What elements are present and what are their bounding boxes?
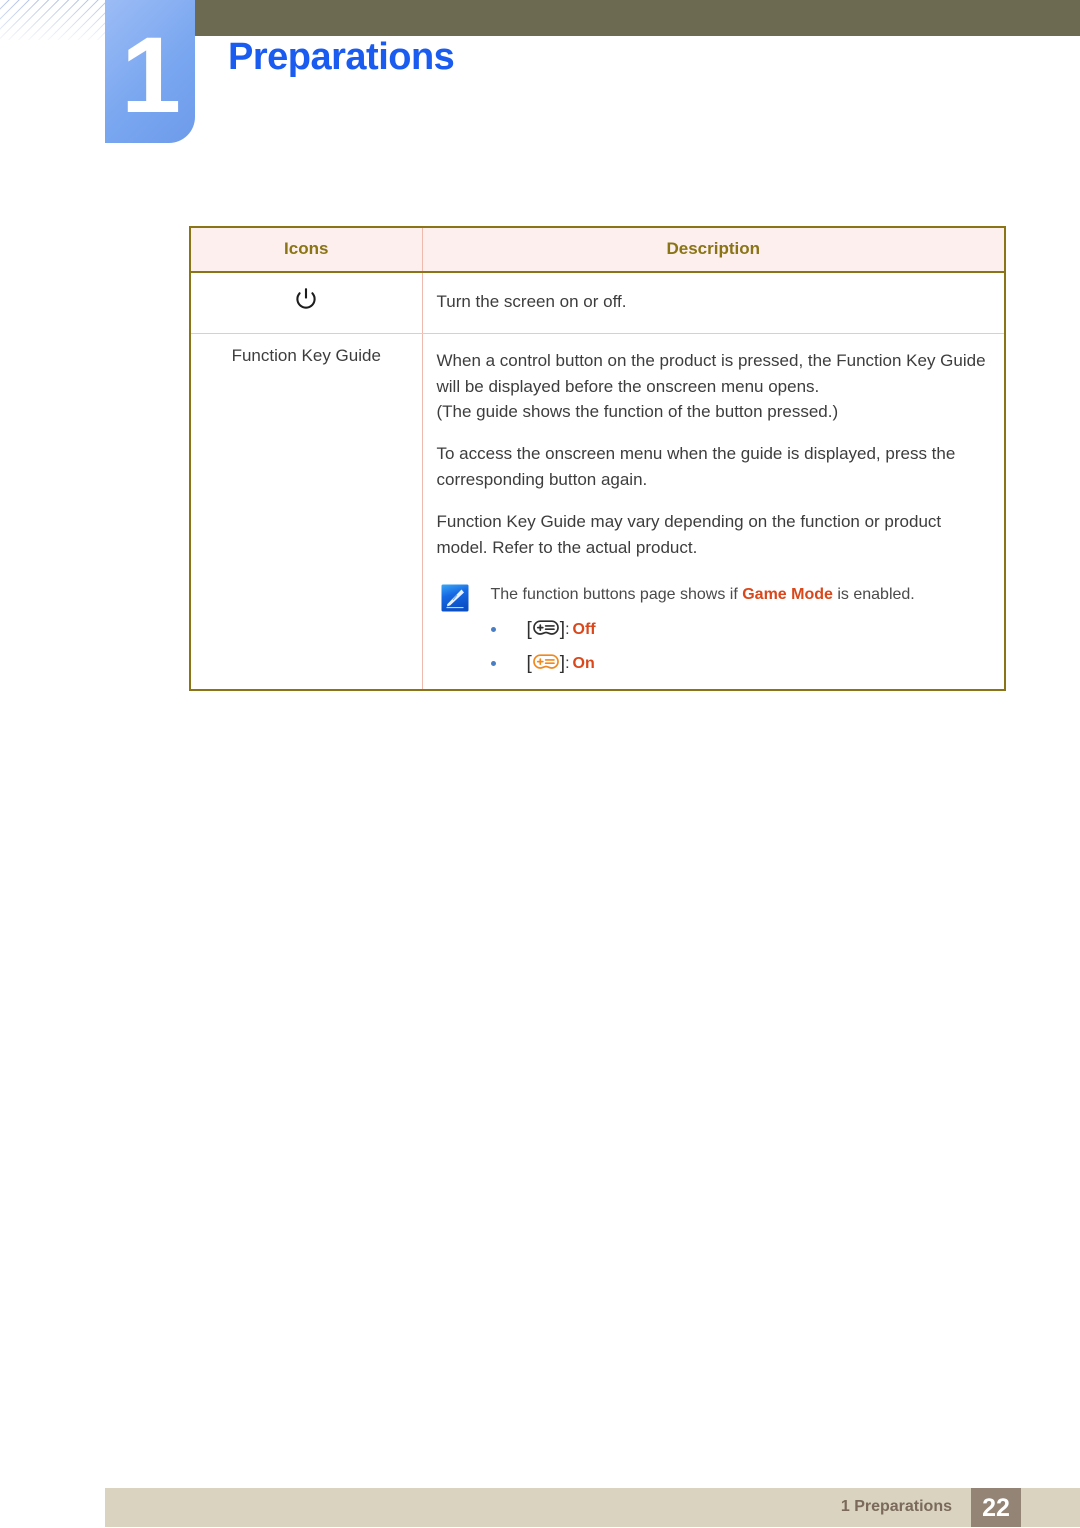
page-number-badge: 22	[971, 1488, 1021, 1527]
bullet-dot-icon	[490, 661, 496, 667]
description-cell-function-key-guide: When a control button on the product is …	[422, 333, 1005, 689]
table-row: Function Key Guide When a control button…	[190, 333, 1005, 690]
icon-cell-function-key-guide: Function Key Guide	[190, 333, 423, 690]
column-header-description: Description	[422, 227, 1005, 273]
description-cell-power: Turn the screen on or off.	[422, 272, 1005, 334]
item-separator: :	[565, 620, 570, 638]
note-text-after: is enabled.	[832, 585, 915, 603]
note-block: The function buttons page shows if Game …	[437, 583, 989, 675]
note-highlight-game-mode: Game Mode	[742, 585, 833, 603]
table-row: Turn the screen on or off.	[190, 272, 1005, 334]
function-key-guide-label: Function Key Guide	[231, 345, 381, 365]
icons-description-table: Icons Description Turn the screen on or …	[189, 226, 1006, 691]
description-paragraph-1: When a control button on the product is …	[436, 350, 986, 422]
list-item: [	[490, 618, 989, 641]
chapter-number-badge: 1	[105, 0, 195, 143]
note-body: The function buttons page shows if Game …	[490, 583, 989, 675]
power-icon	[294, 287, 318, 311]
description-paragraph-2: To access the onscreen menu when the gui…	[436, 444, 956, 490]
note-pencil-icon	[441, 584, 469, 612]
item-separator: :	[565, 654, 570, 672]
bracket-open: [	[526, 618, 532, 640]
description-paragraph-3: Function Key Guide may vary depending on…	[436, 511, 942, 557]
table-header-row: Icons Description	[190, 227, 1005, 273]
bracket-open: [	[526, 652, 532, 674]
description-text: Turn the screen on or off.	[436, 292, 627, 311]
bullet-dot-icon	[490, 627, 496, 633]
state-label-off: Off	[572, 620, 596, 638]
spec-table-container: Icons Description Turn the screen on or …	[189, 226, 1006, 691]
icon-cell-power	[190, 272, 423, 334]
note-list: []: Off []: On	[490, 618, 989, 675]
gamepad-icon-orange	[532, 653, 559, 675]
header-band	[172, 0, 1080, 36]
page-title: Preparations	[228, 36, 455, 78]
note-text-line: The function buttons page shows if Game …	[491, 583, 989, 607]
gamepad-icon-black	[532, 619, 559, 641]
list-item: [	[490, 652, 989, 675]
column-header-icons: Icons	[190, 227, 423, 273]
note-text-before: The function buttons page shows if	[490, 585, 743, 603]
state-label-on: On	[572, 654, 595, 672]
footer-chapter-label: 1 Preparations	[840, 1498, 952, 1515]
